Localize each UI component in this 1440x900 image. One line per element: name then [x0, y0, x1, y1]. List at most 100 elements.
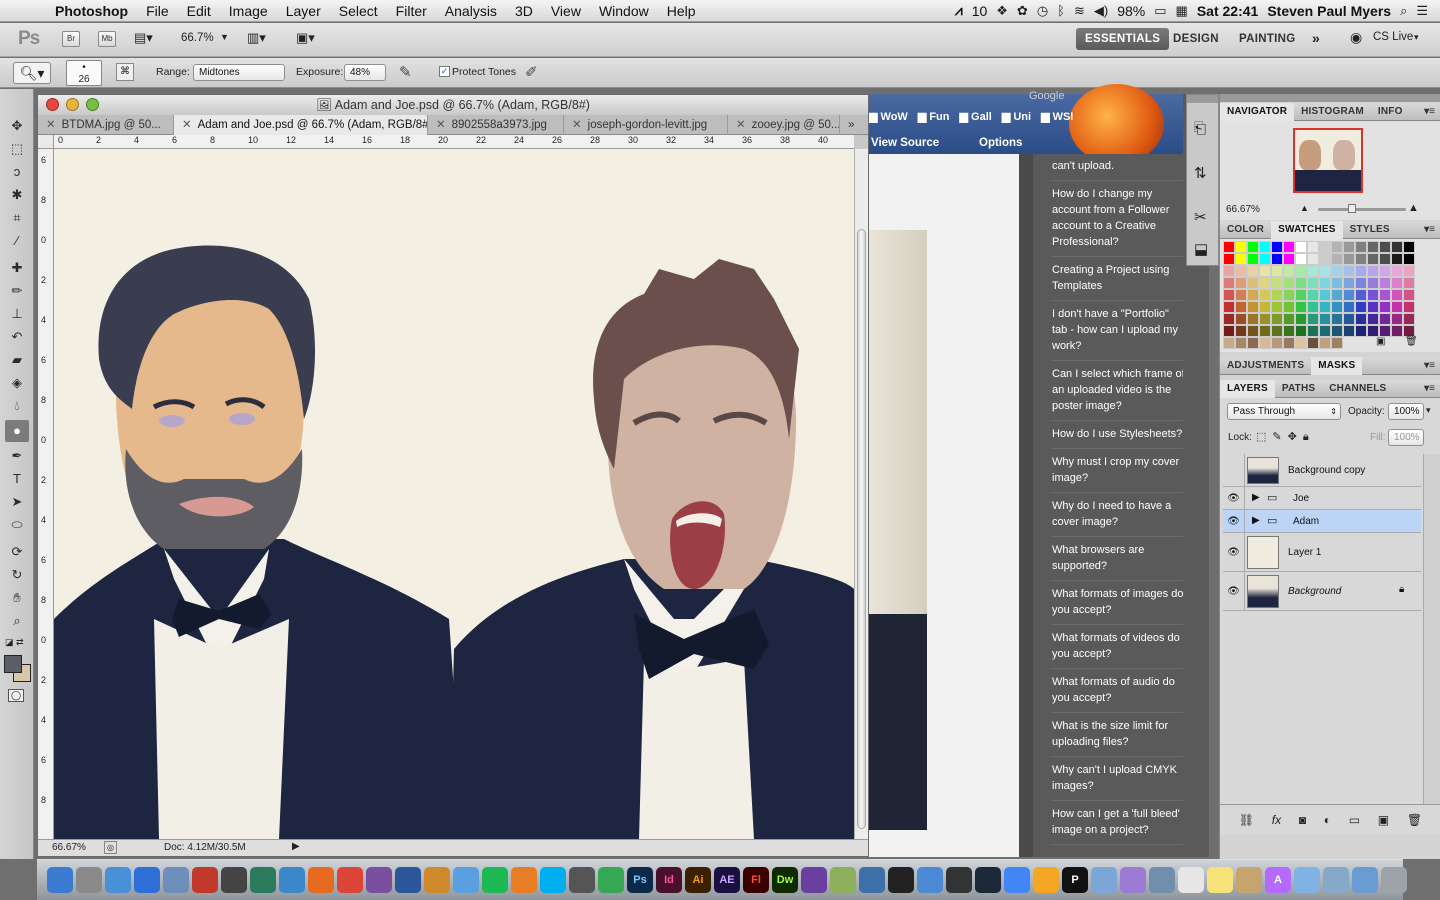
color-swatch[interactable] — [1367, 265, 1379, 277]
color-swatch[interactable] — [1403, 313, 1415, 325]
color-swatch[interactable] — [1355, 289, 1367, 301]
close-icon[interactable]: ✕ — [46, 119, 56, 131]
tool-preset-picker[interactable]: 🔍︎▾ — [13, 62, 51, 84]
color-swatch[interactable] — [1271, 289, 1283, 301]
color-swatch[interactable] — [1391, 325, 1403, 337]
tab-8902558a3973[interactable]: ✕ 8902558a3973.jpg — [428, 115, 564, 135]
color-swatch[interactable] — [1343, 301, 1355, 313]
dock-app-firefox-icon[interactable] — [308, 867, 334, 893]
menu-image[interactable]: Image — [220, 3, 277, 19]
faq-link[interactable]: Creating a Project using Templates — [1052, 262, 1187, 301]
dock-app-spotify-icon[interactable] — [482, 867, 508, 893]
lock-icons[interactable]: ⬚✎✥🔒︎ — [1256, 430, 1315, 444]
tools-preset-icon[interactable]: ✂ — [1194, 208, 1207, 226]
dock-app-kaleido-icon[interactable] — [1120, 867, 1146, 893]
color-swatch[interactable] — [1223, 253, 1235, 265]
swatch-grid[interactable] — [1223, 241, 1415, 349]
color-swatch[interactable] — [1259, 289, 1271, 301]
dock-app-tools-icon[interactable] — [1149, 867, 1175, 893]
color-swatch[interactable] — [1319, 241, 1331, 253]
options-link[interactable]: Options — [979, 137, 1022, 149]
color-swatch[interactable] — [1379, 313, 1391, 325]
color-swatch[interactable] — [1367, 277, 1379, 289]
blur-tool-icon[interactable]: 💧︎ — [5, 395, 29, 417]
status-options-icon[interactable]: ◎ — [104, 841, 117, 854]
brush-tool-icon[interactable]: ✏ — [5, 280, 29, 302]
color-swatch[interactable] — [1379, 277, 1391, 289]
dock-app-home-icon[interactable] — [1236, 867, 1262, 893]
dock-app-word-icon[interactable] — [395, 867, 421, 893]
workspace-design[interactable]: DESIGN — [1164, 28, 1228, 50]
color-swatch[interactable] — [1259, 277, 1271, 289]
tab-color[interactable]: COLOR — [1220, 221, 1271, 239]
color-swatch[interactable] — [1259, 301, 1271, 313]
history-panel-icon[interactable]: ⎗ — [1194, 120, 1206, 137]
vertical-ruler[interactable]: 6 8 0 2 4 6 8 0 2 4 6 8 0 2 4 6 8 — [38, 149, 54, 839]
tab-histogram[interactable]: HISTOGRAM — [1294, 103, 1371, 121]
color-swatch[interactable] — [1247, 313, 1259, 325]
bookmark-gall[interactable]: ▆ Gall — [960, 110, 992, 124]
color-swatch[interactable] — [1355, 277, 1367, 289]
color-swatch[interactable] — [1367, 289, 1379, 301]
panel-menu-icon[interactable]: ▾≡ — [1424, 106, 1440, 117]
color-swatch[interactable] — [1283, 265, 1295, 277]
color-swatch[interactable] — [1343, 241, 1355, 253]
color-swatch[interactable] — [1331, 301, 1343, 313]
more-workspaces-icon[interactable]: » — [1312, 30, 1320, 46]
adobe-status-icon[interactable]: ⩘ — [955, 2, 963, 19]
dock-app-id-icon[interactable]: Id — [656, 867, 682, 893]
clone-source-icon[interactable]: ⬓ — [1194, 240, 1208, 258]
dock-app-trash-icon[interactable] — [1381, 867, 1407, 893]
color-swatch[interactable] — [1295, 337, 1307, 349]
color-swatch[interactable] — [1271, 313, 1283, 325]
color-swatch[interactable] — [1271, 277, 1283, 289]
dock-app-camino-icon[interactable] — [366, 867, 392, 893]
color-swatch[interactable] — [1331, 277, 1343, 289]
canvas-vertical-scrollbar[interactable] — [854, 149, 868, 839]
pressure-icon[interactable]: ✐ — [525, 63, 538, 81]
layer-row[interactable]: 👁︎ Layer 1 — [1223, 533, 1421, 572]
path-selection-icon[interactable]: ➤ — [5, 491, 29, 513]
dock-app-launchpad-icon[interactable] — [76, 867, 102, 893]
color-swatch[interactable] — [1331, 289, 1343, 301]
dock-app-adium-icon[interactable] — [830, 867, 856, 893]
minibridge-button[interactable]: Mb — [98, 31, 116, 47]
color-swatch[interactable] — [1367, 241, 1379, 253]
ruler-origin[interactable] — [38, 135, 54, 149]
color-swatch[interactable] — [1379, 289, 1391, 301]
color-swatch[interactable] — [1259, 313, 1271, 325]
menu-app-name[interactable]: Photoshop — [46, 3, 137, 19]
color-swatch[interactable] — [1319, 265, 1331, 277]
dock-app-fl-icon[interactable]: Fl — [743, 867, 769, 893]
color-swatch[interactable] — [1235, 253, 1247, 265]
dock-app-stickies-icon[interactable] — [1207, 867, 1233, 893]
color-swatch[interactable] — [1391, 241, 1403, 253]
color-swatch[interactable] — [1247, 253, 1259, 265]
dock-app-p-icon[interactable]: P — [1062, 867, 1088, 893]
color-swatch[interactable] — [1331, 325, 1343, 337]
tab-joseph-gordon-levitt[interactable]: ✕ joseph-gordon-levitt.jpg — [564, 115, 728, 135]
color-swatch[interactable] — [1379, 301, 1391, 313]
status-counter[interactable]: 10 — [972, 3, 988, 19]
faq-link[interactable]: How do I use Stylesheets? — [1052, 426, 1187, 449]
color-swatch[interactable] — [1391, 289, 1403, 301]
dock-app-notes-icon[interactable] — [1178, 867, 1204, 893]
color-swatch[interactable] — [1259, 241, 1271, 253]
tab-swatches[interactable]: SWATCHES — [1271, 220, 1343, 239]
color-swatch[interactable] — [1355, 313, 1367, 325]
color-swatch[interactable] — [1223, 277, 1235, 289]
color-swatch[interactable] — [1295, 289, 1307, 301]
visibility-eye-icon[interactable]: 👁︎ — [1223, 572, 1245, 610]
zoom-level-select[interactable]: 66.7% — [181, 32, 214, 44]
wifi-icon[interactable]: ≋ — [1074, 3, 1085, 19]
color-swatch[interactable] — [1403, 253, 1415, 265]
dock-app-dash-icon[interactable] — [946, 867, 972, 893]
menu-layer[interactable]: Layer — [277, 3, 330, 19]
expand-group-icon[interactable]: ▶ — [1252, 515, 1260, 526]
color-swatch[interactable] — [1247, 301, 1259, 313]
dock-app-kindle-icon[interactable] — [511, 867, 537, 893]
visibility-eye-icon[interactable]: 👁︎ — [1223, 510, 1245, 532]
fx-icon[interactable]: fx — [1272, 813, 1281, 827]
color-swatch[interactable] — [1271, 325, 1283, 337]
dock-app-downloads-icon[interactable] — [1352, 867, 1378, 893]
